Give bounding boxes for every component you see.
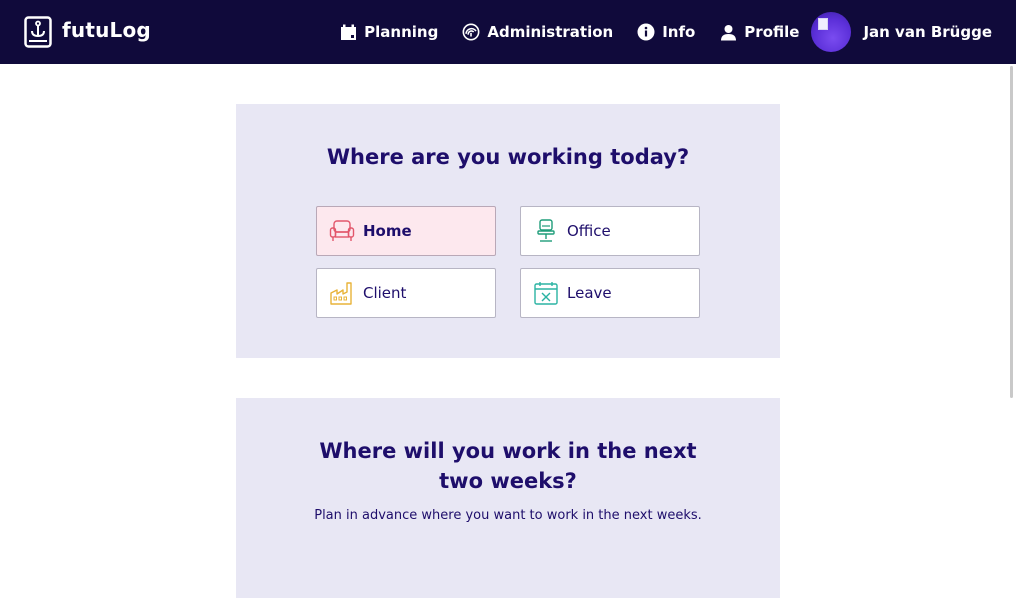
scrollbar[interactable] (1010, 66, 1013, 398)
user-name[interactable]: Jan van Brügge (863, 23, 992, 41)
fingerprint-icon (462, 23, 480, 41)
option-client-label: Client (363, 284, 407, 302)
top-navigation-bar: futuLog Planning Administration Info Pro… (0, 0, 1016, 64)
option-leave[interactable]: Leave (520, 268, 700, 318)
avatar[interactable] (811, 12, 852, 52)
nav-info-label: Info (662, 23, 696, 41)
info-icon (637, 23, 655, 41)
nav-profile[interactable]: Profile (719, 23, 799, 41)
today-title: Where are you working today? (326, 145, 690, 169)
option-home[interactable]: Home (316, 206, 496, 256)
calendar-icon (339, 23, 357, 41)
nav-planning-label: Planning (364, 23, 439, 41)
factory-icon (329, 280, 355, 306)
option-home-label: Home (363, 222, 412, 240)
planning-subtitle: Plan in advance where you want to work i… (314, 508, 702, 523)
calendar-x-icon (533, 280, 559, 306)
app-logo[interactable]: futuLog (24, 16, 151, 48)
nav-profile-label: Profile (744, 23, 800, 41)
main-nav: Planning Administration Info Profile Jan… (315, 0, 992, 64)
option-client[interactable]: Client (316, 268, 496, 318)
option-office[interactable]: Office (520, 206, 700, 256)
nav-planning[interactable]: Planning (339, 23, 438, 41)
anchor-book-icon (24, 16, 52, 48)
nav-info[interactable]: Info (637, 23, 695, 41)
office-chair-icon (533, 218, 559, 244)
app-brand-name: futuLog (62, 18, 151, 42)
option-office-label: Office (567, 222, 611, 240)
broken-image-icon (818, 18, 829, 30)
option-leave-label: Leave (567, 284, 612, 302)
planning-title: Where will you work in the next two week… (319, 439, 697, 493)
person-icon (719, 23, 737, 41)
planning-card: Where will you work in the next two week… (236, 398, 780, 598)
today-options: Home Office Client Leave (316, 206, 700, 318)
armchair-icon (329, 218, 355, 244)
today-card: Where are you working today? Home Office… (236, 104, 780, 358)
nav-administration-label: Administration (487, 23, 614, 41)
nav-administration[interactable]: Administration (462, 23, 613, 41)
